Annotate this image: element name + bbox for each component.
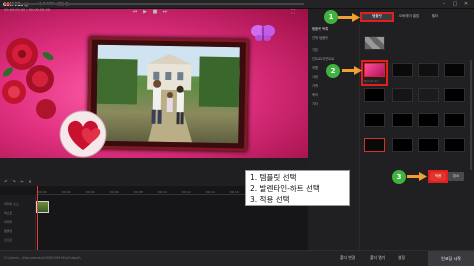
maximize-button[interactable]: □ xyxy=(451,1,459,8)
settings-button[interactable]: 설정 xyxy=(398,255,405,261)
step-marker-1: 1 xyxy=(324,10,338,24)
tab-media[interactable] xyxy=(312,12,324,20)
photo-frame xyxy=(87,36,249,152)
redo-icon[interactable]: ↷ xyxy=(11,179,17,185)
preview-canvas xyxy=(0,9,308,162)
fullscreen-icon[interactable]: ⛶ xyxy=(290,9,296,15)
cancel-button[interactable]: 취소 xyxy=(448,172,464,181)
category-item[interactable]: 축하 xyxy=(312,92,318,97)
open-folder-button[interactable]: 폴더 열기 xyxy=(370,255,385,261)
family-photo xyxy=(96,44,240,144)
highlight-template-tab xyxy=(360,12,394,22)
template-thumbnail[interactable] xyxy=(364,138,385,152)
play-icon[interactable]: ▶ xyxy=(142,9,148,15)
stop-icon[interactable]: ■ xyxy=(152,9,158,15)
step-marker-3: 3 xyxy=(392,170,406,184)
folder-change-button[interactable]: 폴더 변경 xyxy=(340,255,355,261)
template-thumbnail[interactable] xyxy=(418,113,439,127)
seek-progress xyxy=(4,3,10,5)
timeline-tick: 00:06 xyxy=(110,190,119,194)
timeline-tick: 00:16 xyxy=(230,190,239,194)
butterfly-decoration xyxy=(251,25,275,41)
cut-icon[interactable]: ✂ xyxy=(19,179,25,185)
instruction-step-1: 1. 템플릿 선택 xyxy=(250,173,297,182)
template-thumbnail[interactable] xyxy=(392,88,413,102)
output-path: C:\Users\...\Documents\GOM\GOM Mix\Outpu… xyxy=(4,256,81,260)
template-thumbnail[interactable] xyxy=(418,63,439,77)
template-thumbnail[interactable] xyxy=(418,88,439,102)
track-label: 미디어 소스 xyxy=(4,202,19,206)
template-thumbnail[interactable] xyxy=(392,113,413,127)
export-button[interactable]: 인코딩 시작 xyxy=(428,251,474,266)
delete-icon[interactable]: ✕ xyxy=(27,179,33,185)
rose-decoration xyxy=(2,38,56,119)
category-item[interactable]: 여행 xyxy=(312,65,318,70)
category-header: 템플릿 목록 xyxy=(312,27,329,31)
template-thumbnail[interactable] xyxy=(418,138,439,152)
template-thumbnail[interactable] xyxy=(444,88,465,102)
track-label: 오디오 xyxy=(4,238,13,242)
heart-decoration xyxy=(59,110,107,158)
minimize-button[interactable]: – xyxy=(440,1,448,8)
category-item[interactable]: 기본 xyxy=(312,47,318,52)
template-scrollbar[interactable] xyxy=(470,60,472,170)
category-item[interactable]: 기타 xyxy=(312,101,318,106)
tab-filter[interactable]: 필터 xyxy=(426,12,444,20)
time-display: 00:00:00.00 / 00:00:05.00 xyxy=(4,8,50,12)
category-item[interactable]: 인트로/아웃트로 xyxy=(312,56,334,61)
timeline-tick: 00:04 xyxy=(86,190,95,194)
timeline-tick: 00:00 xyxy=(38,190,47,194)
tab-more[interactable] xyxy=(446,12,464,20)
timeline-tick: 00:10 xyxy=(158,190,167,194)
step-marker-2: 2 xyxy=(326,64,340,78)
next-frame-icon[interactable]: ⏭ xyxy=(162,9,168,15)
undo-icon[interactable]: ↶ xyxy=(3,179,9,185)
timeline-tick: 00:08 xyxy=(134,190,143,194)
playhead[interactable] xyxy=(37,186,38,250)
arrow-icon xyxy=(407,172,427,181)
track-label: 텍스트 xyxy=(4,211,13,215)
instruction-step-3: 3. 적용 선택 xyxy=(250,195,290,204)
template-thumbnail[interactable] xyxy=(444,138,465,152)
timeline-tick: 00:12 xyxy=(182,190,191,194)
track-label: 이미지 xyxy=(4,220,13,224)
tab-overlay[interactable]: 오버레이 클립 xyxy=(394,12,424,20)
seek-bar[interactable] xyxy=(4,3,304,5)
category-item[interactable]: 사랑 xyxy=(312,74,318,79)
template-thumbnail[interactable] xyxy=(392,63,413,77)
timeline-tick: 00:02 xyxy=(62,190,71,194)
template-thumbnail[interactable] xyxy=(364,36,385,50)
track-label: 템플릿 xyxy=(4,229,13,233)
instruction-step-2: 2. 발렌타인-하트 선택 xyxy=(250,184,320,193)
category-item[interactable]: 전체 템플릿 xyxy=(312,35,328,40)
template-thumbnail[interactable] xyxy=(364,88,385,102)
close-button[interactable]: ✕ xyxy=(462,1,470,8)
highlight-apply-button xyxy=(428,170,448,183)
template-thumbnail[interactable] xyxy=(444,113,465,127)
prev-frame-icon[interactable]: ⏮ xyxy=(132,9,138,15)
template-thumbnail[interactable] xyxy=(444,63,465,77)
category-item[interactable]: 가족 xyxy=(312,83,318,88)
timeline-tick: 00:14 xyxy=(206,190,215,194)
arrow-icon xyxy=(342,66,362,75)
highlight-valentine-template xyxy=(361,60,388,86)
arrow-icon xyxy=(338,13,360,22)
template-thumbnail[interactable] xyxy=(364,113,385,127)
template-thumbnail[interactable] xyxy=(392,138,413,152)
